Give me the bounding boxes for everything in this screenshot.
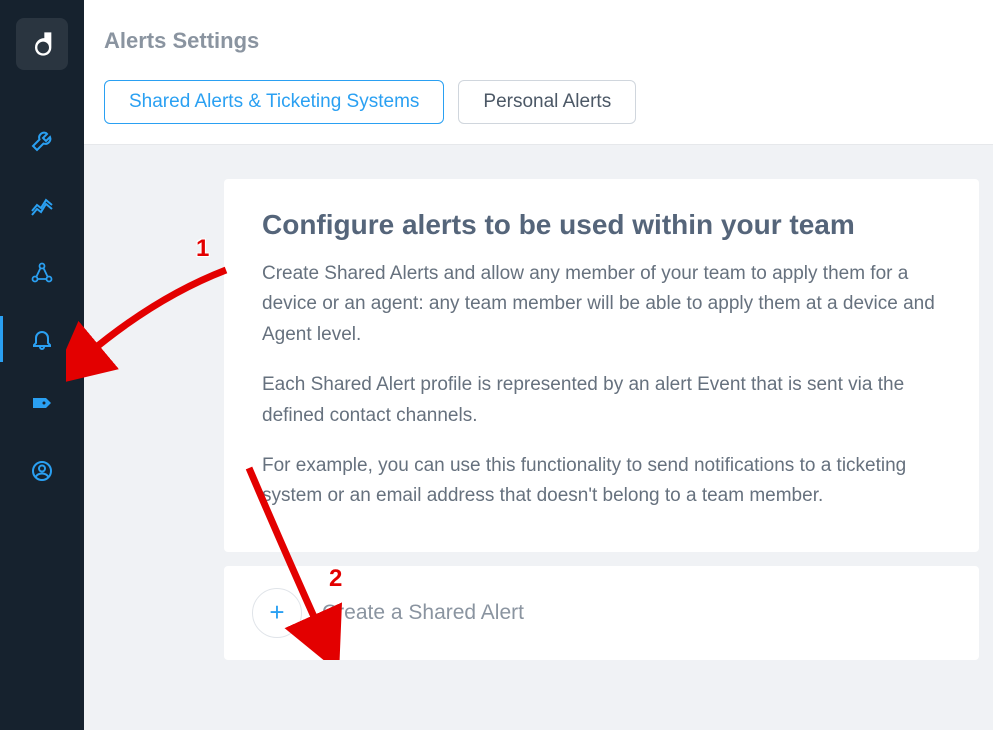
content-area: Configure alerts to be used within your … [84, 145, 993, 730]
nav-analytics[interactable] [0, 174, 84, 240]
nav-alerts[interactable] [0, 306, 84, 372]
wrench-icon [30, 129, 54, 153]
info-card: Configure alerts to be used within your … [224, 179, 979, 552]
tag-icon [30, 393, 54, 417]
page-header: Alerts Settings Shared Alerts & Ticketin… [84, 0, 993, 145]
sidebar [0, 0, 84, 730]
card-paragraph: Each Shared Alert profile is represented… [262, 370, 941, 431]
bell-icon [30, 327, 54, 351]
tab-shared-alerts[interactable]: Shared Alerts & Ticketing Systems [104, 80, 444, 124]
card-paragraph: For example, you can use this functional… [262, 451, 941, 512]
user-circle-icon [30, 459, 54, 483]
nav-network[interactable] [0, 240, 84, 306]
nav-tickets[interactable] [0, 372, 84, 438]
nav-account[interactable] [0, 438, 84, 504]
tab-personal-alerts[interactable]: Personal Alerts [458, 80, 636, 124]
create-shared-alert-bar[interactable]: + Create a Shared Alert [224, 566, 979, 660]
page-title: Alerts Settings [104, 28, 973, 54]
plus-icon[interactable]: + [252, 588, 302, 638]
create-shared-alert-label: Create a Shared Alert [322, 601, 524, 625]
logo-icon [28, 30, 56, 58]
network-icon [30, 261, 54, 285]
tabs: Shared Alerts & Ticketing Systems Person… [104, 80, 973, 124]
card-title: Configure alerts to be used within your … [262, 209, 941, 241]
chart-icon [30, 195, 54, 219]
card-paragraph: Create Shared Alerts and allow any membe… [262, 259, 941, 350]
app-logo[interactable] [16, 18, 68, 70]
nav-setup[interactable] [0, 108, 84, 174]
main-area: Alerts Settings Shared Alerts & Ticketin… [84, 0, 993, 730]
